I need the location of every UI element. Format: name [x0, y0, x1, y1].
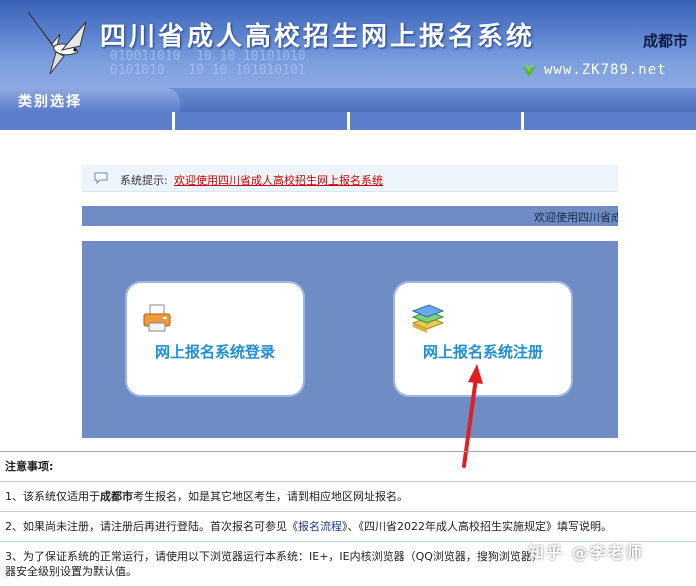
printer-icon: [143, 304, 171, 332]
category-row: [0, 112, 696, 132]
seagull-logo-icon: [27, 11, 87, 75]
category-cell[interactable]: [174, 112, 347, 130]
note-text: 1、该系统仅适用于: [5, 490, 100, 503]
header-banner: 010011010 10 10 10101010 0101010 10 10 1…: [0, 0, 696, 88]
category-cell[interactable]: [0, 112, 172, 130]
site-title: 四川省成人高校招生网上报名系统: [100, 22, 536, 52]
notice-link[interactable]: 欢迎使用四川省成人高校招生网上报名系统: [174, 172, 383, 188]
notes-section: 注意事项: 1、该系统仅适用于成都市考生报名，如是其它地区考生，请到相应地区网址…: [0, 451, 696, 586]
register-label: 网上报名系统注册: [422, 343, 543, 361]
watermark: 知乎 @李老师: [528, 543, 644, 562]
category-cell[interactable]: [349, 112, 522, 130]
category-title: 类别选择: [18, 94, 82, 110]
note-city: 成都市: [100, 490, 133, 503]
binary-decoration: 010011010 10 10 10101010 0101010 10 10 1…: [110, 49, 306, 78]
category-cell[interactable]: [524, 112, 696, 130]
process-link[interactable]: 报名流程: [298, 520, 342, 533]
site-url: www.ZK789.net: [520, 62, 667, 78]
leaf-logo-icon: [522, 63, 536, 77]
marquee-bar: 欢迎使用四川省成: [82, 206, 618, 226]
note-text: 考生报名，如是其它地区考生，请到相应地区网址报名。: [133, 490, 408, 503]
note-item: 1、该系统仅适用于成都市考生报名，如是其它地区考生，请到相应地区网址报名。: [0, 481, 696, 511]
action-panel: 网上报名系统登录 网上报名系统注册: [82, 241, 618, 438]
login-label: 网上报名系统登录: [154, 343, 275, 361]
speech-bubble-icon: [94, 172, 108, 184]
url-text: www.ZK789.net: [544, 62, 667, 78]
note-text: 》、《四川省2022年成人高校招生实施规定》填写说明。: [342, 520, 612, 533]
note-text: 器安全级别设置为默认值。: [5, 565, 137, 578]
notes-heading: 注意事项:: [0, 451, 696, 481]
note-item: 2、如果尚未注册，请注册后再进行登陆。首次报名可参见《报名流程》、《四川省202…: [0, 511, 696, 541]
books-icon: [411, 304, 445, 333]
note-text: 3、为了保证系统的正常运行，请使用以下浏览器运行本系统：IE+，IE内核浏览器（…: [5, 550, 543, 563]
marquee-text: 欢迎使用四川省成: [534, 211, 618, 224]
city-label: 成都市: [642, 32, 688, 50]
note-text: 2、如果尚未注册，请注册后再进行登陆。首次报名可参见《: [5, 520, 298, 533]
notice-label: 系统提示:: [120, 174, 168, 187]
system-notice: 系统提示: 欢迎使用四川省成人高校招生网上报名系统: [82, 165, 618, 192]
login-button[interactable]: 网上报名系统登录: [127, 283, 303, 395]
